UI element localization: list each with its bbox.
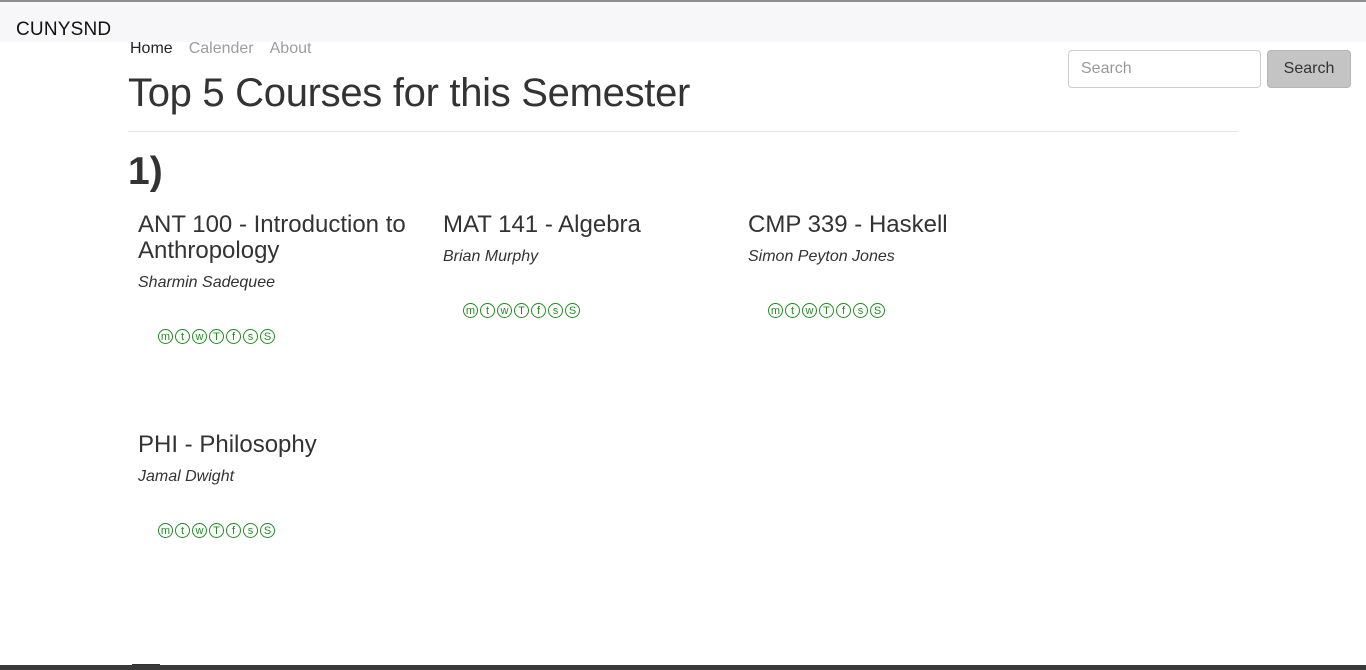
day-selector: m t w T f s S [768,303,1018,318]
course-card: MAT 141 - Algebra Brian Murphy m t w T f… [443,212,713,318]
day-wednesday-toggle[interactable]: w [497,303,512,318]
day-selector: m t w T f s S [463,303,713,318]
day-selector: m t w T f s S [158,329,408,344]
day-thursday-toggle[interactable]: T [209,329,224,344]
day-sunday-toggle[interactable]: S [870,303,885,318]
brand-link[interactable]: CUNYSND [16,19,111,41]
search-input[interactable] [1068,50,1261,88]
course-title[interactable]: PHI - Philosophy [138,432,408,458]
course-card: ANT 100 - Introduction to Anthropology S… [138,212,408,344]
course-instructor: Simon Peyton Jones [748,248,895,265]
day-monday-toggle[interactable]: m [463,303,478,318]
day-saturday-toggle[interactable]: s [243,523,258,538]
day-monday-toggle[interactable]: m [768,303,783,318]
search-button[interactable]: Search [1267,50,1351,88]
day-thursday-toggle[interactable]: T [514,303,529,318]
day-selector: m t w T f s S [158,523,408,538]
day-tuesday-toggle[interactable]: t [785,303,800,318]
day-monday-toggle[interactable]: m [158,523,173,538]
section-number: 1) [128,150,163,193]
day-friday-toggle[interactable]: f [531,303,546,318]
day-wednesday-toggle[interactable]: w [802,303,817,318]
course-instructor: Jamal Dwight [138,468,235,485]
nav-link-home[interactable]: Home [130,40,173,58]
nav-link-calender[interactable]: Calender [189,40,254,58]
course-instructor: Brian Murphy [443,248,539,265]
day-sunday-toggle[interactable]: S [565,303,580,318]
day-friday-toggle[interactable]: f [226,329,241,344]
day-wednesday-toggle[interactable]: w [192,329,207,344]
course-card: CMP 339 - Haskell Simon Peyton Jones m t… [748,212,1018,318]
day-friday-toggle[interactable]: f [836,303,851,318]
day-wednesday-toggle[interactable]: w [192,523,207,538]
course-instructor: Sharmin Sadequee [138,274,275,291]
main-nav: Home Calender About [130,40,311,58]
day-thursday-toggle[interactable]: T [819,303,834,318]
course-title[interactable]: MAT 141 - Algebra [443,212,713,238]
day-monday-toggle[interactable]: m [158,329,173,344]
navbar: CUNYSND [0,2,1366,42]
course-title[interactable]: ANT 100 - Introduction to Anthropology [138,212,408,264]
course-card: PHI - Philosophy Jamal Dwight m t w T f … [138,432,408,538]
day-tuesday-toggle[interactable]: t [175,329,190,344]
title-divider [128,131,1238,132]
day-thursday-toggle[interactable]: T [209,523,224,538]
day-tuesday-toggle[interactable]: t [175,523,190,538]
day-saturday-toggle[interactable]: s [853,303,868,318]
day-friday-toggle[interactable]: f [226,523,241,538]
day-saturday-toggle[interactable]: s [548,303,563,318]
nav-link-about[interactable]: About [270,40,312,58]
day-saturday-toggle[interactable]: s [243,329,258,344]
page-title: Top 5 Courses for this Semester [128,71,691,115]
browser-page: CUNYSND Home Calender About Search Top 5… [0,0,1366,670]
day-tuesday-toggle[interactable]: t [480,303,495,318]
day-sunday-toggle[interactable]: S [260,523,275,538]
window-bottom-edge [0,665,1366,670]
day-sunday-toggle[interactable]: S [260,329,275,344]
search-form: Search [1068,50,1351,88]
course-title[interactable]: CMP 339 - Haskell [748,212,1018,238]
